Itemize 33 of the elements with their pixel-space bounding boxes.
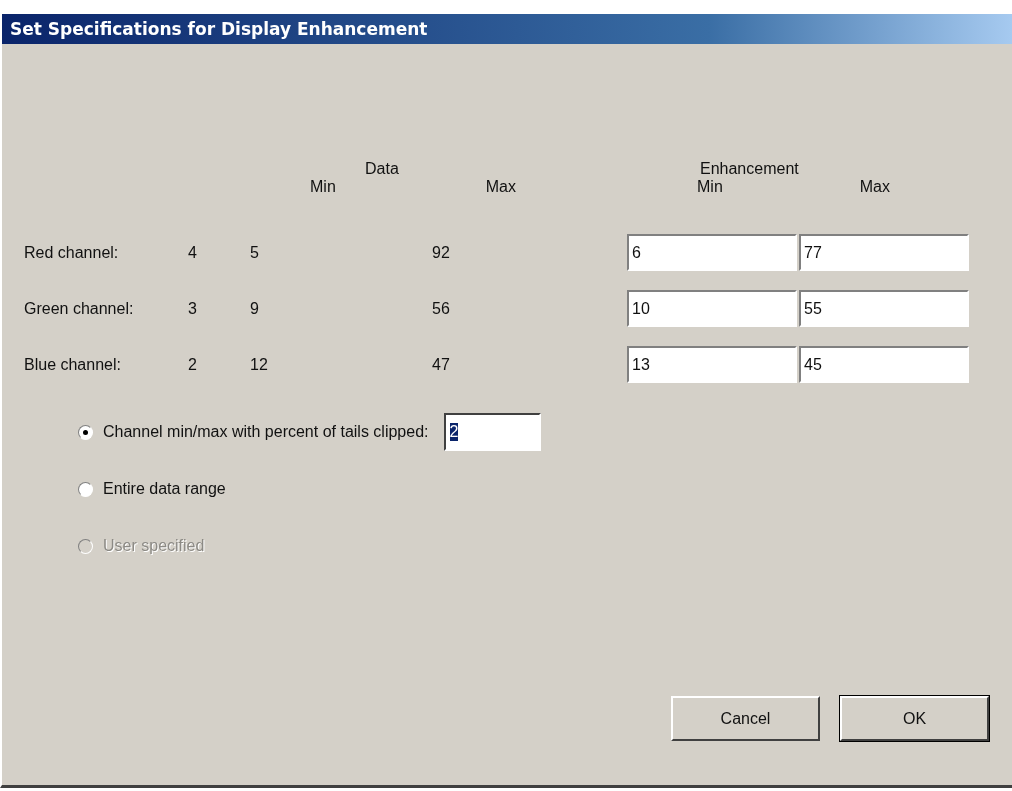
input-field[interactable]: 77	[799, 234, 969, 271]
value-text: 47	[432, 355, 451, 374]
window-title: Set Specifications for Display Enhancement	[10, 19, 428, 39]
column-header: Enhancement	[699, 160, 800, 178]
value-text: 9	[250, 299, 260, 318]
ok-button[interactable]: OK	[840, 696, 989, 741]
column-header: Min	[697, 178, 723, 196]
value-text: 2	[188, 355, 198, 374]
column-header: Data	[364, 160, 400, 178]
input-field[interactable]: 45	[799, 346, 969, 383]
value-text: 92	[432, 243, 451, 262]
value-text: 56	[432, 299, 451, 318]
value-text: 12	[250, 355, 269, 374]
option-label: User specified	[103, 537, 205, 555]
column-header: Max	[859, 178, 890, 196]
option-label[interactable]: Channel min/max with percent of tails clipped:	[103, 423, 429, 441]
input-field[interactable]: 13	[627, 346, 797, 383]
radio-button[interactable]	[78, 481, 93, 497]
cancel-button[interactable]: Cancel	[671, 696, 820, 741]
value-text: 3	[188, 299, 198, 318]
channel-label: Red channel:	[24, 243, 120, 262]
value-text: 5	[250, 243, 260, 262]
input-field[interactable]: 6	[627, 234, 797, 271]
column-header: Max	[485, 178, 516, 196]
value-text: 4	[188, 243, 198, 262]
column-header: Min	[310, 178, 336, 196]
option-label[interactable]: Entire data range	[103, 480, 226, 498]
radio-button[interactable]	[78, 424, 93, 440]
channel-label: Green channel:	[24, 299, 135, 318]
input-field[interactable]: 10	[627, 290, 797, 327]
input-field[interactable]: 2	[443, 413, 541, 451]
input-field[interactable]: 55	[799, 290, 969, 327]
channel-label: Blue channel:	[24, 355, 122, 374]
